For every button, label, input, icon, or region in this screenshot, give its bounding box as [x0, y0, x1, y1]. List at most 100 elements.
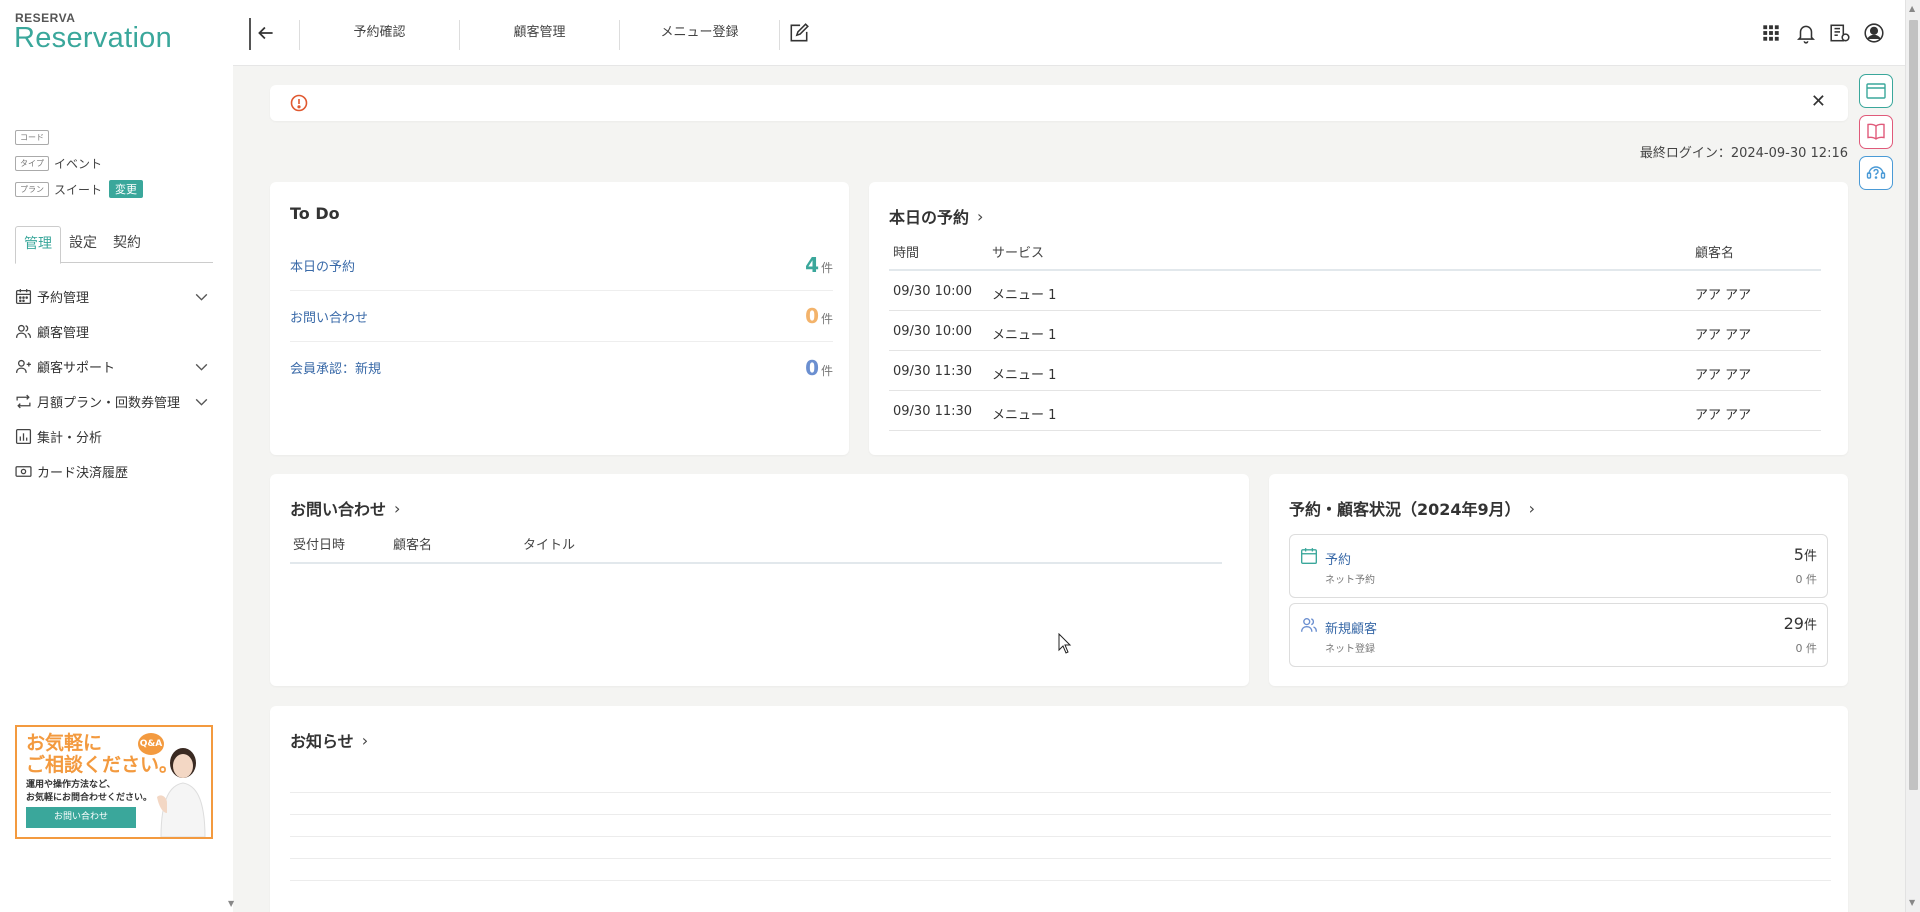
type-tag: タイプ: [15, 156, 49, 171]
inquiry-title-text: お問い合わせ: [290, 500, 387, 519]
row-customer: アア アア: [1695, 368, 1752, 383]
plan-value: スイート: [54, 182, 103, 197]
help-button[interactable]: [1859, 156, 1893, 190]
sidebar-item-support[interactable]: 顧客サポート: [15, 354, 215, 378]
sidebar-item-plans[interactable]: 月額プラン・回数券管理: [15, 389, 215, 413]
row-service: メニュー 1: [992, 328, 1057, 343]
row-customer: アア アア: [1695, 408, 1752, 423]
notice-title-link[interactable]: お知らせ ›: [290, 728, 368, 752]
row-service: メニュー 1: [992, 368, 1057, 383]
todo-label: お問い合わせ: [290, 310, 369, 326]
notice-divider: [290, 792, 1831, 793]
notice-divider: [290, 836, 1831, 837]
store-settings-icon[interactable]: [1829, 22, 1851, 44]
scroll-down-arrow[interactable]: ▼: [1909, 898, 1915, 907]
row-time: 09/30 11:30: [893, 404, 973, 419]
browser-window-button[interactable]: [1859, 74, 1893, 108]
sidebar-scroll-down-arrow[interactable]: ▼: [228, 899, 234, 908]
user-avatar-icon[interactable]: [1863, 22, 1885, 44]
todo-card: To Do 本日の予約 4件 お問い合わせ 0件 会員承認：新規 0件: [270, 182, 849, 455]
card-icon: [15, 465, 32, 477]
stat-sublabel: ネット登録: [1325, 644, 1375, 655]
table-row[interactable]: 09/30 10:00 メニュー 1 アア アア: [889, 311, 1821, 351]
grid-apps-icon[interactable]: [1760, 22, 1782, 44]
stat-count: 29件: [1784, 614, 1817, 633]
sidebar-item-label: 予約管理: [37, 290, 90, 306]
stat-count-value: 29: [1783, 614, 1804, 633]
stat-label: 予約: [1325, 553, 1352, 568]
nav-customer-management[interactable]: 顧客管理: [460, 20, 619, 46]
todo-count: 4: [805, 253, 819, 277]
stat-reservations[interactable]: 予約 ネット予約 5件 0 件: [1289, 534, 1828, 598]
today-title-link[interactable]: 本日の予約 ›: [889, 204, 983, 228]
scroll-thumb[interactable]: [1909, 20, 1918, 790]
sidebar-item-analytics[interactable]: 集計・分析: [15, 424, 215, 448]
tab-contract[interactable]: 契約: [105, 226, 149, 263]
tab-manage[interactable]: 管理: [15, 226, 61, 264]
todo-row-today[interactable]: 本日の予約 4件: [290, 240, 833, 291]
close-icon[interactable]: ✕: [1811, 91, 1826, 112]
todo-row-member-approval[interactable]: 会員承認：新規 0件: [290, 342, 833, 393]
book-icon: [1867, 123, 1885, 140]
row-customer: アア アア: [1695, 328, 1752, 343]
chevron-right-icon: ›: [977, 206, 984, 226]
calendar-icon: [1301, 548, 1317, 564]
nav-menu-registration[interactable]: メニュー登録: [620, 20, 779, 46]
inquiry-title-link[interactable]: お問い合わせ ›: [290, 496, 400, 520]
manual-button[interactable]: [1859, 115, 1893, 149]
stat-subcount-value: 0: [1795, 642, 1803, 655]
status-title-text: 予約・顧客状況（2024年9月）: [1289, 500, 1521, 519]
row-service: メニュー 1: [992, 288, 1057, 303]
table-row[interactable]: 09/30 11:30 メニュー 1 アア アア: [889, 391, 1821, 431]
col-time: 時間: [893, 246, 920, 261]
notice-divider: [290, 858, 1831, 859]
type-value: イベント: [54, 157, 103, 171]
sidebar-item-card-history[interactable]: カード決済履歴: [15, 459, 215, 483]
row-customer: アア アア: [1695, 288, 1752, 303]
today-reservations-card: 本日の予約 › 時間 サービス 顧客名 09/30 10:00 メニュー 1 アア…: [869, 182, 1848, 455]
notice-card: お知らせ ›: [270, 706, 1848, 912]
todo-row-inquiry[interactable]: お問い合わせ 0件: [290, 291, 833, 342]
meta-plan: プラン スイート 変更: [15, 180, 215, 198]
table-row[interactable]: 09/30 10:00 メニュー 1 アア アア: [889, 271, 1821, 311]
col-service: サービス: [992, 246, 1045, 261]
edit-icon[interactable]: [788, 22, 810, 44]
banner-contact-button[interactable]: お問い合わせ: [26, 807, 136, 828]
tab-settings[interactable]: 設定: [61, 226, 105, 263]
meta-code: コード: [15, 130, 215, 145]
sidebar-item-label: カード決済履歴: [37, 465, 129, 481]
todo-count: 0: [805, 355, 819, 380]
support-person-illustration: [157, 748, 206, 837]
todo-unit: 件: [820, 363, 833, 378]
change-plan-button[interactable]: 変更: [109, 180, 144, 198]
banner-desc2: お気軽にお問合わせください。: [26, 793, 153, 803]
users-icon: [1301, 618, 1317, 632]
notice-divider: [290, 880, 1831, 881]
status-title-link[interactable]: 予約・顧客状況（2024年9月） ›: [1289, 496, 1535, 520]
page-scrollbar[interactable]: ▲ ▼: [1905, 0, 1920, 912]
contact-banner[interactable]: お気軽に ご相談ください。 Q&A 運用や操作方法など、 お気軽にお問合わせくだ…: [15, 725, 213, 839]
arrow-left-icon[interactable]: [255, 22, 277, 44]
collapse-bar: [249, 18, 251, 50]
sidebar-item-customers[interactable]: 顧客管理: [15, 319, 215, 343]
sidebar-item-reservation[interactable]: 予約管理: [15, 284, 215, 308]
repeat-icon: [16, 394, 31, 408]
last-login: 最終ログイン：2024-09-30 12:16: [1639, 146, 1848, 161]
notice-title-text: お知らせ: [290, 732, 354, 751]
bar-chart-icon: [15, 428, 32, 444]
scroll-up-arrow[interactable]: ▲: [1909, 4, 1915, 13]
inquiry-card: お問い合わせ › 受付日時 顧客名 タイトル: [270, 474, 1249, 686]
table-row[interactable]: 09/30 11:30 メニュー 1 アア アア: [889, 351, 1821, 391]
nav-reservation-check[interactable]: 予約確認: [300, 20, 459, 46]
brand-logo[interactable]: Reservation: [14, 22, 172, 55]
banner-desc1: 運用や操作方法など、: [26, 780, 116, 790]
alert-bar: ✕: [270, 85, 1848, 121]
stat-new-customers[interactable]: 新規顧客 ネット登録 29件 0 件: [1289, 603, 1828, 667]
chevron-right-icon: ›: [394, 498, 401, 518]
stat-subunit: 件: [1806, 573, 1817, 586]
stat-count-value: 5: [1793, 545, 1804, 564]
divider: [779, 20, 780, 50]
todo-label: 会員承認：新規: [290, 362, 382, 377]
bell-icon[interactable]: [1795, 22, 1817, 44]
chevron-right-icon: ›: [1528, 498, 1536, 518]
